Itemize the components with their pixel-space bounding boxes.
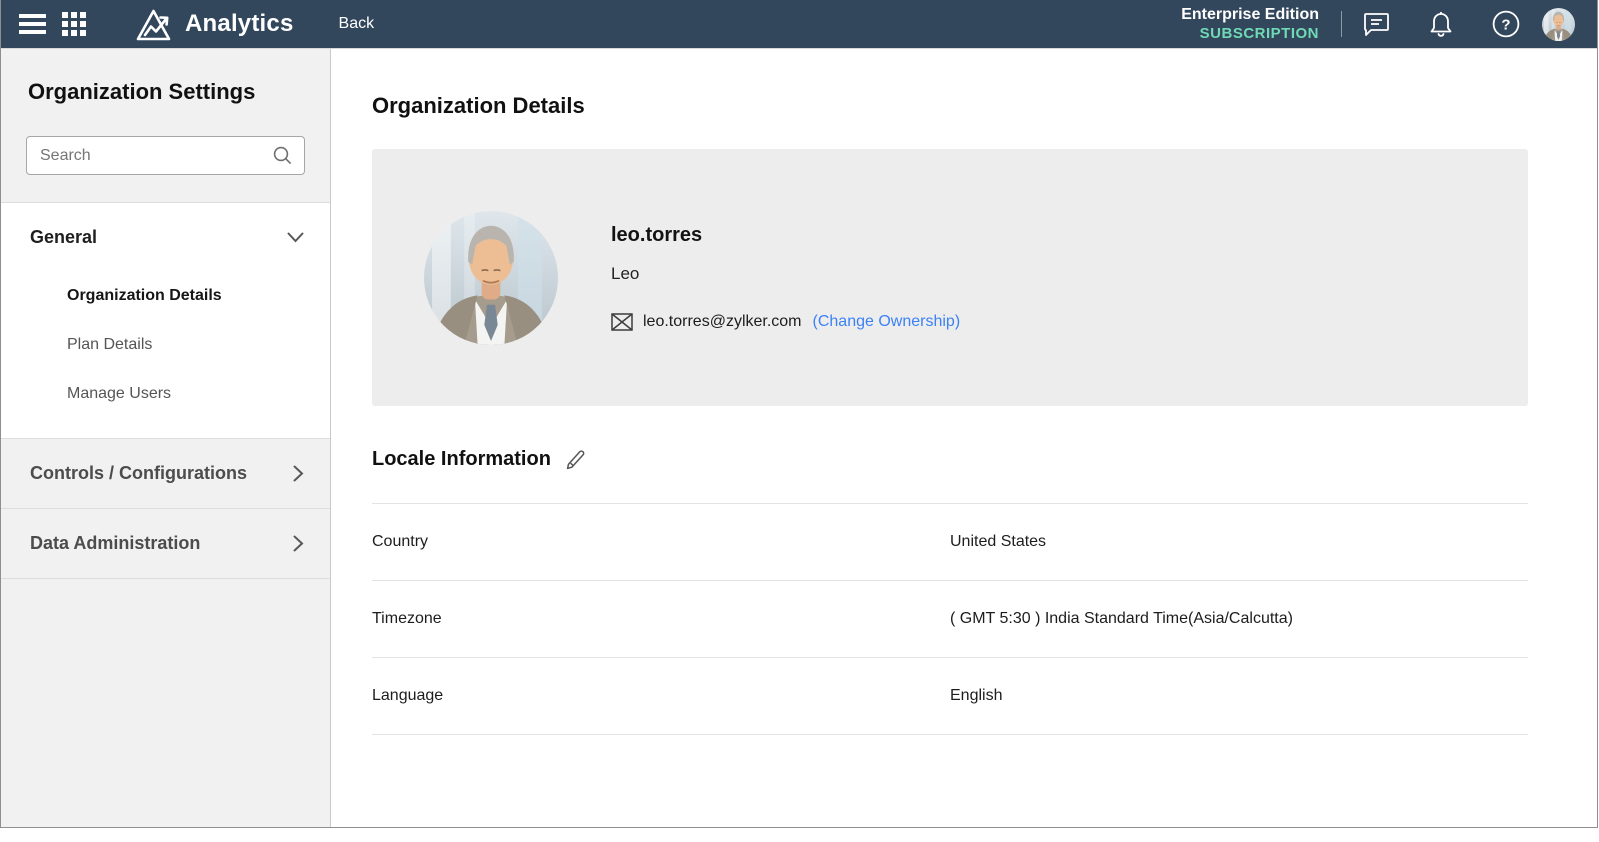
analytics-logo-icon[interactable] [134,5,176,43]
locale-table: Country United States Timezone ( GMT 5:3… [372,503,1528,735]
chevron-down-icon [287,232,304,243]
subscription-badge[interactable]: SUBSCRIPTION [1181,25,1319,44]
user-avatar[interactable] [1542,8,1575,41]
main-content: Organization Details leo.torres Leo leo.… [331,49,1597,827]
sidebar-group-label: General [30,226,98,247]
profile-username: leo.torres [611,224,703,246]
change-ownership-link[interactable]: (Change Ownership) [813,313,961,331]
locale-value: ( GMT 5:30 ) India Standard Time(Asia/Ca… [950,610,1293,627]
sidebar-group-general-header[interactable]: General [1,203,330,271]
sidebar-group-label: Controls / Configurations [30,463,247,483]
back-button[interactable]: Back [339,15,375,33]
locale-label: Language [372,687,444,704]
locale-value: English [950,687,1003,704]
page-title: Organization Details [372,93,585,118]
hamburger-menu-icon[interactable] [19,14,46,34]
sidebar-search [26,136,305,175]
profile-display-name: Leo [611,264,640,283]
sidebar-item-plan-details[interactable]: Plan Details [1,320,330,369]
locale-section-title: Locale Information [372,448,551,470]
profile-card: leo.torres Leo leo.torres@zylker.com (Ch… [372,149,1528,406]
settings-sidebar: Organization Settings General Organizati… [1,49,331,827]
edition-info: Enterprise Edition SUBSCRIPTION [1181,5,1319,44]
feedback-chat-icon[interactable] [1363,12,1390,37]
chevron-right-icon [293,535,304,552]
chevron-right-icon [293,465,304,482]
search-icon[interactable] [273,146,292,165]
profile-photo [424,211,558,345]
sidebar-title: Organization Settings [28,79,256,104]
locale-row-language: Language English [372,658,1528,735]
locale-label: Country [372,533,429,550]
topbar-divider [1341,11,1342,37]
sidebar-group-data-administration[interactable]: Data Administration [1,509,330,579]
help-icon[interactable]: ? [1492,10,1520,38]
sidebar-group-general: General Organization Details Plan Detail… [1,202,330,439]
sidebar-item-manage-users[interactable]: Manage Users [1,369,330,418]
sidebar-group-label: Data Administration [30,533,201,553]
apps-grid-icon[interactable] [62,12,86,36]
help-glyph: ? [1501,17,1510,34]
search-input[interactable] [26,136,305,175]
sidebar-item-organization-details[interactable]: Organization Details [1,271,330,320]
locale-label: Timezone [372,610,442,627]
app-window: Analytics Back Enterprise Edition SUBSCR… [0,0,1598,828]
notifications-bell-icon[interactable] [1428,11,1454,38]
sidebar-group-controls-configurations[interactable]: Controls / Configurations [1,439,330,509]
locale-value: United States [950,533,1047,550]
product-name: Analytics [185,10,294,37]
edition-name: Enterprise Edition [1181,5,1319,23]
envelope-icon [611,313,633,331]
profile-email: leo.torres@zylker.com [643,313,802,330]
topbar: Analytics Back Enterprise Edition SUBSCR… [1,0,1597,49]
locale-row-country: Country United States [372,504,1528,581]
locale-row-timezone: Timezone ( GMT 5:30 ) India Standard Tim… [372,581,1528,658]
edit-locale-pencil-icon[interactable] [565,449,587,471]
